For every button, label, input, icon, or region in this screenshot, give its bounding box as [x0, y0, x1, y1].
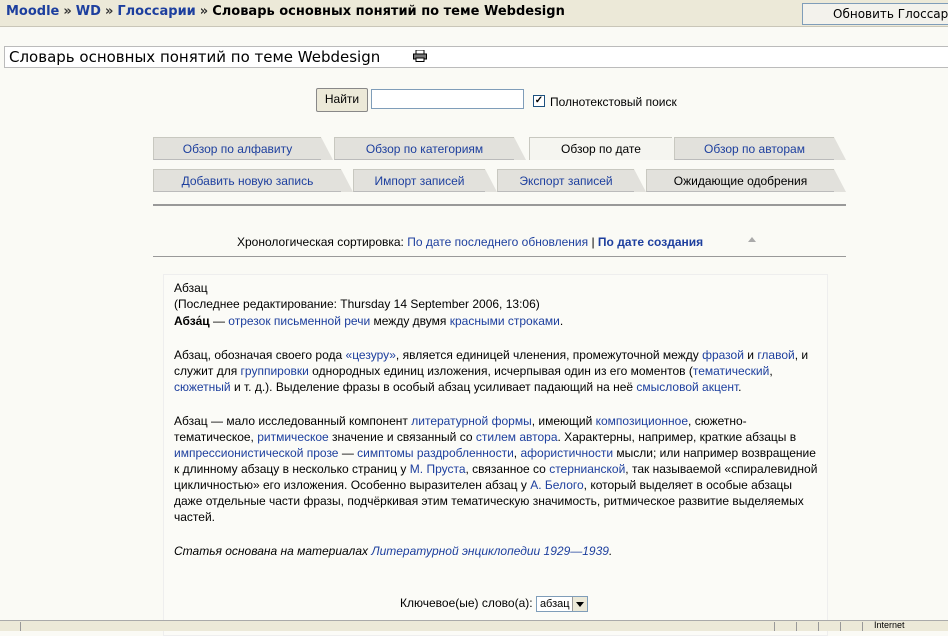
text-span: однородных единиц изложения, исчерпывая …	[308, 364, 693, 378]
search-input[interactable]	[371, 89, 524, 109]
link-literary-form[interactable]: литературной формы	[411, 414, 531, 428]
text-span: Абзац, обозначая своего рода	[174, 348, 346, 362]
link-caesura[interactable]: «цезуру»	[346, 348, 396, 362]
keyword-select[interactable]: абзац	[535, 596, 588, 612]
link-literary-encyclopedia[interactable]: Литературной энциклопедии 1929—1939	[371, 544, 609, 558]
entry-paragraph-2: Абзац, обозначая своего рода «цезуру», я…	[174, 347, 822, 395]
breadcrumb: Moodle» WD» Глоссарии» Словарь основных пон…	[6, 4, 565, 19]
tab-browse-category[interactable]: Обзор по категориям	[334, 137, 526, 160]
breadcrumb-moodle[interactable]: Moodle	[6, 4, 59, 19]
entry-source: Статья основана на материалах Литературн…	[174, 543, 822, 559]
update-glossary-button[interactable]: Обновить Глоссарий	[802, 3, 948, 25]
breadcrumb-wd[interactable]: WD	[76, 4, 101, 19]
entry-definition-lead: Абза́ц — отрезок письменной речи между д…	[174, 313, 822, 329]
content-divider	[153, 256, 846, 257]
fulltext-checkbox[interactable]: ✓	[533, 95, 545, 107]
link-semantic-accent[interactable]: смысловой акцент	[636, 380, 738, 394]
breadcrumb-separator: »	[104, 4, 114, 19]
breadcrumb-separator: »	[199, 4, 209, 19]
tab-pending-approval[interactable]: Ожидающие одобрения	[646, 169, 846, 192]
breadcrumb-glossaries[interactable]: Глоссарии	[117, 4, 195, 19]
printer-icon[interactable]	[413, 50, 427, 62]
link-plot[interactable]: сюжетный	[174, 380, 231, 394]
tab-browse-date[interactable]: Обзор по дате	[529, 137, 684, 160]
sort-ascending-icon	[748, 237, 756, 242]
text-span: . Характерны, например, краткие абзацы в	[557, 430, 797, 444]
link-sternian[interactable]: стернианской	[549, 462, 625, 476]
keywords-row: Ключевое(ые) слово(а): абзац	[400, 596, 588, 612]
status-zone: Internet	[874, 620, 905, 630]
tab-browse-author[interactable]: Обзор по авторам	[674, 137, 846, 160]
entry-last-modified: (Последнее редактирование: Thursday 14 S…	[174, 297, 540, 311]
text-span: Статья основана на материалах	[174, 544, 372, 558]
keywords-label: Ключевое(ые) слово(а):	[400, 596, 533, 611]
link-written-speech[interactable]: отрезок письменной речи	[228, 314, 370, 328]
link-chapter[interactable]: главой	[757, 348, 794, 362]
text-span: .	[738, 380, 742, 394]
keyword-selected-value: абзац	[539, 598, 570, 610]
page-heading: Словарь основных понятий по теме Webdesi…	[4, 46, 948, 68]
link-proust[interactable]: М. Пруста	[410, 462, 466, 476]
text-span: , имеющий	[531, 414, 596, 428]
navigation-bar: Moodle» WD» Глоссарии» Словарь основных пон…	[0, 0, 948, 27]
text-span: Абзац — мало исследованный компонент	[174, 414, 412, 428]
page-title: Словарь основных понятий по теме Webdesi…	[9, 48, 381, 66]
tab-browse-alphabet[interactable]: Обзор по алфавиту	[153, 137, 333, 160]
sort-by-updated-link[interactable]: По дате последнего обновления	[407, 235, 588, 249]
text-span: .	[608, 544, 613, 558]
dash-text: —	[209, 314, 229, 328]
sort-divider: |	[591, 235, 595, 249]
entry-concept: Абзац	[174, 281, 208, 295]
text-span: .	[559, 314, 564, 328]
tab-import-entries[interactable]: Импорт записей	[353, 169, 497, 192]
search-button[interactable]: Найти	[316, 88, 368, 112]
text-span: —	[338, 446, 358, 460]
text-span: , является единицей членения, промежуточ…	[395, 348, 703, 362]
sort-options: Хронологическая сортировка: По дате посл…	[237, 235, 703, 249]
browser-status-bar: Internet	[0, 620, 948, 631]
link-fragmentation[interactable]: симптомы раздробленности	[357, 446, 514, 460]
link-red-lines[interactable]: красными строками	[450, 314, 560, 328]
link-compositional[interactable]: композиционное	[596, 414, 688, 428]
link-impressionist-prose[interactable]: импрессионистической прозе	[174, 446, 338, 460]
link-thematic[interactable]: тематический	[693, 364, 769, 378]
entry-term: Абза́ц	[174, 314, 210, 328]
tabs-divider	[153, 204, 846, 206]
link-rhythmic[interactable]: ритмическое	[257, 430, 328, 444]
tab-add-entry[interactable]: Добавить новую запись	[153, 169, 353, 192]
text-span: и	[743, 348, 758, 362]
fulltext-label: Полнотекстовый поиск	[550, 95, 677, 109]
breadcrumb-separator: »	[63, 4, 72, 19]
text-span: ,	[769, 364, 773, 378]
link-phrase[interactable]: фразой	[702, 348, 744, 362]
glossary-entry: Абзац (Последнее редактирование: Thursda…	[163, 274, 828, 636]
chevron-down-icon[interactable]	[571, 597, 587, 611]
text-span: между двумя	[370, 314, 450, 328]
link-aphoristic[interactable]: афористичности	[520, 446, 613, 460]
sort-label: Хронологическая сортировка:	[237, 235, 404, 249]
breadcrumb-current: Словарь основных понятий по теме Webdesi…	[212, 4, 565, 19]
link-grouping[interactable]: группировки	[241, 364, 309, 378]
link-bely[interactable]: А. Белого	[530, 478, 583, 492]
entry-paragraph-3: Абзац — мало исследованный компонент лит…	[174, 413, 822, 525]
tab-export-entries[interactable]: Экспорт записей	[497, 169, 646, 192]
sort-by-created-link[interactable]: По дате создания	[598, 235, 703, 249]
text-span: значение и связанный со	[328, 430, 476, 444]
link-author-style[interactable]: стилем автора	[476, 430, 558, 444]
text-span: , связанное со	[465, 462, 550, 476]
text-span: и т. д.). Выделение фразы в особый абзац…	[230, 380, 637, 394]
